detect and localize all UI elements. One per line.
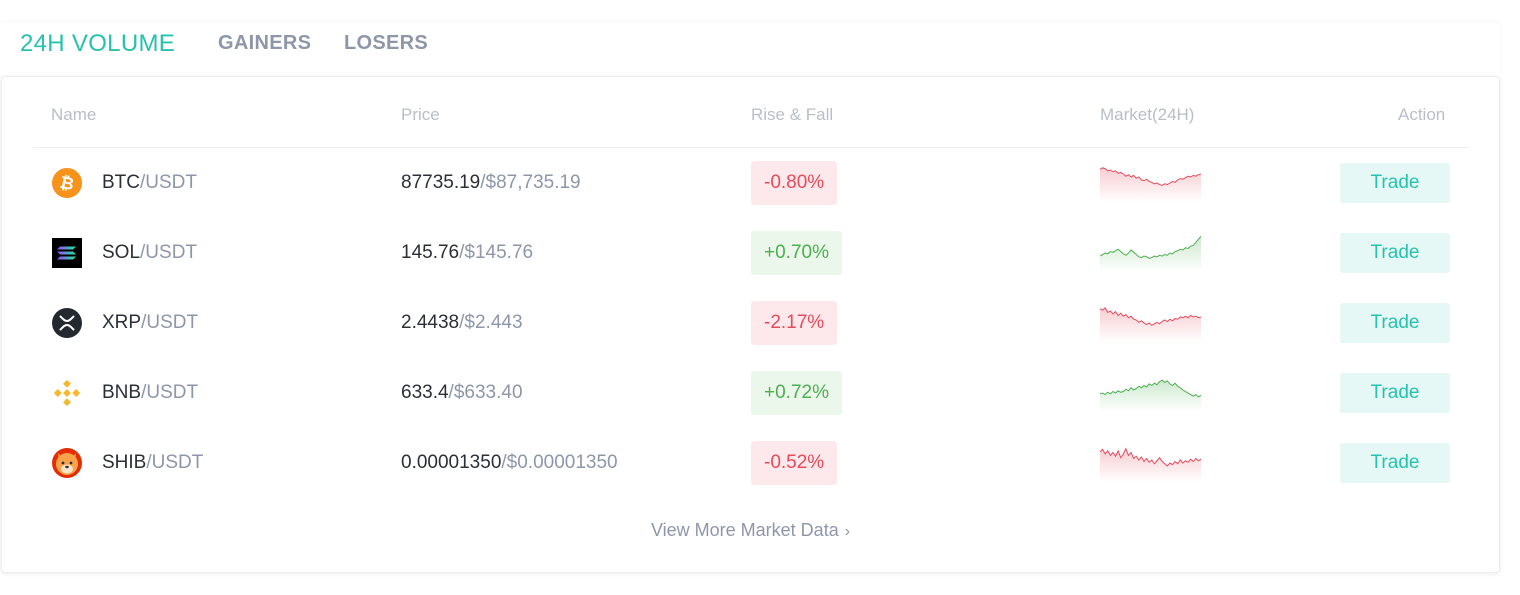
solana-icon bbox=[52, 238, 82, 268]
base-asset: BNB bbox=[102, 382, 142, 403]
last-price: 2.4438 bbox=[401, 312, 460, 333]
chevron-right-icon: › bbox=[844, 523, 851, 540]
table-row-sol[interactable]: SOL/USDT 145.76/$145.76 +0.70% Trade bbox=[2, 218, 1499, 288]
price-cell: 87735.19/$87,735.19 bbox=[401, 172, 581, 194]
sparkline-chart bbox=[1100, 307, 1201, 342]
bitcoin-icon: ₿ bbox=[52, 168, 82, 198]
trade-button[interactable]: Trade bbox=[1340, 163, 1450, 203]
trade-button[interactable]: Trade bbox=[1340, 443, 1450, 483]
last-price: 633.4 bbox=[401, 382, 449, 403]
market-widget: 24H VOLUME GAINERS LOSERS Name Price Ris… bbox=[0, 0, 1520, 595]
usd-price: /$145.76 bbox=[459, 242, 534, 263]
usd-price: /$633.40 bbox=[448, 382, 523, 403]
column-header-price: Price bbox=[401, 105, 440, 124]
price-cell: 0.00001350/$0.00001350 bbox=[401, 452, 618, 474]
shiba-inu-icon bbox=[52, 448, 82, 478]
change-badge: -0.80% bbox=[751, 161, 838, 205]
xrp-icon bbox=[52, 308, 82, 338]
price-cell: 633.4/$633.40 bbox=[401, 382, 523, 404]
usd-price: /$0.00001350 bbox=[501, 452, 618, 473]
tab-24h-volume[interactable]: 24H VOLUME bbox=[20, 30, 175, 58]
last-price: 87735.19 bbox=[401, 172, 481, 193]
sparkline-area bbox=[1100, 448, 1201, 482]
sparkline-chart bbox=[1100, 167, 1201, 202]
bnb-icon bbox=[53, 379, 81, 407]
base-asset: BTC bbox=[102, 172, 140, 193]
quote-asset: /USDT bbox=[141, 382, 199, 403]
trade-button[interactable]: Trade bbox=[1340, 233, 1450, 273]
last-price: 145.76 bbox=[401, 242, 460, 263]
column-header-name: Name bbox=[51, 105, 97, 124]
market-table-card: Name Price Rise & Fall Market(24H) Actio… bbox=[1, 76, 1500, 573]
table-row-xrp[interactable]: XRP/USDT 2.4438/$2.443 -2.17% Trade bbox=[2, 288, 1499, 358]
column-header-action: Action bbox=[1398, 105, 1446, 124]
trade-button[interactable]: Trade bbox=[1340, 373, 1450, 413]
base-asset: XRP bbox=[102, 312, 142, 333]
last-price: 0.00001350 bbox=[401, 452, 502, 473]
column-header-market-24h: Market(24H) bbox=[1100, 105, 1195, 124]
price-cell: 145.76/$145.76 bbox=[401, 242, 533, 264]
quote-asset: /USDT bbox=[140, 172, 197, 193]
usd-price: /$87,735.19 bbox=[480, 172, 581, 193]
table-row-bnb[interactable]: BNB/USDT 633.4/$633.40 +0.72% Trade bbox=[2, 358, 1499, 428]
change-badge: +0.72% bbox=[751, 371, 842, 415]
change-badge: +0.70% bbox=[751, 231, 842, 275]
pair-name[interactable]: SHIB/USDT bbox=[102, 452, 203, 474]
quote-asset: /USDT bbox=[141, 312, 199, 333]
sparkline-chart bbox=[1100, 235, 1201, 272]
price-cell: 2.4438/$2.443 bbox=[401, 312, 523, 334]
tab-losers[interactable]: LOSERS bbox=[344, 32, 428, 55]
base-asset: SHIB bbox=[102, 452, 147, 473]
base-asset: SOL bbox=[102, 242, 141, 263]
usd-price: /$2.443 bbox=[459, 312, 523, 333]
trade-button[interactable]: Trade bbox=[1340, 303, 1450, 343]
change-badge: -0.52% bbox=[751, 441, 838, 485]
pair-name[interactable]: XRP/USDT bbox=[102, 312, 198, 334]
sparkline-area bbox=[1100, 236, 1201, 272]
tab-gainers[interactable]: GAINERS bbox=[218, 32, 311, 55]
pair-name[interactable]: SOL/USDT bbox=[102, 242, 197, 264]
quote-asset: /USDT bbox=[146, 452, 204, 473]
change-badge: -2.17% bbox=[751, 301, 838, 345]
column-header-rise-fall: Rise & Fall bbox=[751, 105, 834, 124]
quote-asset: /USDT bbox=[140, 242, 198, 263]
table-row-btc[interactable]: ₿ BTC/USDT 87735.19/$87,735.19 -0.80% Tr… bbox=[2, 148, 1499, 218]
sparkline-area bbox=[1100, 307, 1201, 342]
table-row-shib[interactable]: SHIB/USDT 0.00001350/$0.00001350 -0.52% … bbox=[2, 428, 1499, 498]
view-more-label: View More Market Data bbox=[650, 520, 839, 540]
sparkline-chart bbox=[1100, 379, 1201, 412]
market-tabs: 24H VOLUME GAINERS LOSERS bbox=[0, 22, 1500, 96]
pair-name[interactable]: BNB/USDT bbox=[102, 382, 198, 404]
view-more-link[interactable]: View More Market Data › bbox=[2, 520, 1499, 541]
pair-name[interactable]: BTC/USDT bbox=[102, 172, 197, 194]
sparkline-area bbox=[1100, 167, 1201, 202]
sparkline-chart bbox=[1100, 447, 1201, 482]
